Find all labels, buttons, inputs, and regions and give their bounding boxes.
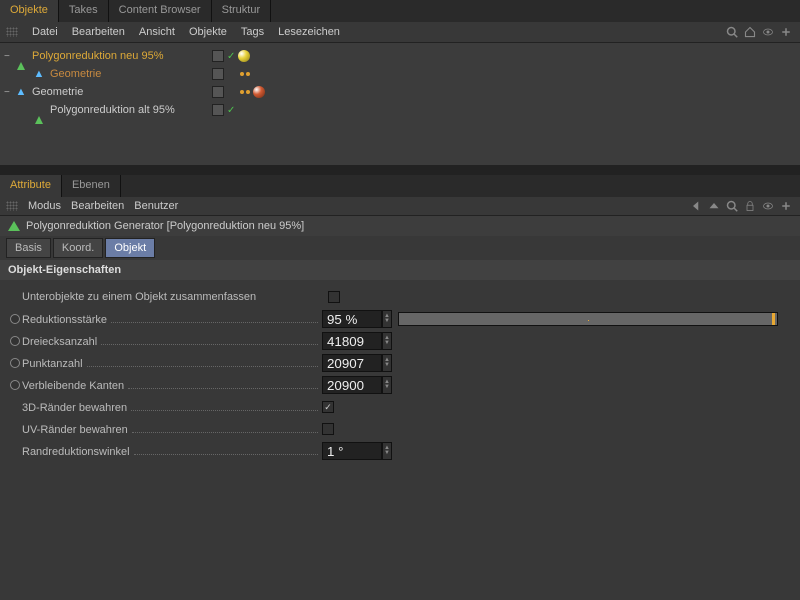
plus-icon[interactable] (780, 200, 792, 212)
prop-label: Punktanzahl (22, 358, 83, 370)
tab-content-browser[interactable]: Content Browser (109, 0, 212, 22)
tree-row[interactable]: ▲ Geometrie (0, 65, 800, 83)
tree-row[interactable]: Polygonreduktion alt 95% ✓ (0, 101, 800, 119)
points-field[interactable] (322, 354, 382, 372)
subtab-koord[interactable]: Koord. (53, 238, 103, 258)
spinner-icon[interactable]: ▲▼ (382, 354, 392, 372)
menu-datei[interactable]: Datei (32, 26, 58, 38)
search-icon[interactable] (726, 26, 738, 38)
prop-reduction-strength: Reduktionsstärke ▲▼ (8, 308, 792, 330)
prop-label: Randreduktionswinkel (22, 446, 130, 458)
lock-icon[interactable] (744, 200, 756, 212)
menu-objekte[interactable]: Objekte (189, 26, 227, 38)
merge-checkbox[interactable] (328, 291, 340, 303)
generator-icon (14, 50, 28, 62)
reduction-field[interactable] (322, 310, 382, 328)
tree-item-label[interactable]: Geometrie (46, 68, 208, 80)
tree-row[interactable]: − Polygonreduktion neu 95% ✓ (0, 47, 800, 65)
enable-tag[interactable]: ✓ (227, 105, 235, 116)
attribute-menubar: Modus Bearbeiten Benutzer (0, 197, 800, 216)
tree-item-label[interactable]: Polygonreduktion alt 95% (46, 104, 208, 116)
prop-label: Verbleibende Kanten (22, 380, 124, 392)
grip-icon (6, 201, 18, 211)
object-properties: Unterobjekte zu einem Objekt zusammenfas… (0, 280, 800, 468)
tab-ebenen[interactable]: Ebenen (62, 175, 121, 197)
tree-item-label[interactable]: Polygonreduktion neu 95% (28, 50, 208, 62)
selection-tag[interactable] (240, 72, 250, 76)
prop-border-reduction-angle: Randreduktionswinkel ▲▼ (8, 440, 792, 462)
prop-label: Reduktionsstärke (22, 314, 107, 326)
prop-label: 3D-Ränder bewahren (22, 402, 127, 414)
plus-icon[interactable] (780, 26, 792, 38)
prop-point-count: Punktanzahl ▲▼ (8, 352, 792, 374)
menu-bearbeiten[interactable]: Bearbeiten (72, 26, 125, 38)
prop-keep-3d-borders: 3D-Ränder bewahren (8, 396, 792, 418)
tris-field[interactable] (322, 332, 382, 350)
generator-icon (8, 221, 20, 231)
menu-modus[interactable]: Modus (28, 200, 61, 212)
menu-bearbeiten[interactable]: Bearbeiten (71, 200, 124, 212)
tab-struktur[interactable]: Struktur (212, 0, 272, 22)
menu-lesezeichen[interactable]: Lesezeichen (278, 26, 340, 38)
polygon-icon: ▲ (14, 86, 28, 98)
menu-tags[interactable]: Tags (241, 26, 264, 38)
expander-icon[interactable]: − (4, 87, 14, 98)
tree-row[interactable]: − ▲ Geometrie (0, 83, 800, 101)
tree-item-label[interactable]: Geometrie (28, 86, 208, 98)
material-tag[interactable] (253, 86, 265, 98)
back-icon[interactable] (690, 200, 702, 212)
radio-icon[interactable] (10, 380, 20, 390)
enable-tag[interactable]: ✓ (227, 51, 235, 62)
radio-icon[interactable] (10, 336, 20, 346)
top-tabs: Objekte Takes Content Browser Struktur (0, 0, 800, 22)
prop-label: Dreiecksanzahl (22, 336, 97, 348)
keepuv-checkbox[interactable] (322, 423, 334, 435)
expander-icon[interactable]: − (4, 51, 14, 62)
reduction-slider[interactable] (398, 312, 778, 326)
spinner-icon[interactable]: ▲▼ (382, 442, 392, 460)
grip-icon (6, 27, 18, 37)
search-icon[interactable] (726, 200, 738, 212)
object-manager-menubar: Datei Bearbeiten Ansicht Objekte Tags Le… (0, 22, 800, 43)
object-title-bar: Polygonreduktion Generator [Polygonreduk… (0, 216, 800, 236)
radio-icon[interactable] (10, 358, 20, 368)
subtab-objekt[interactable]: Objekt (105, 238, 155, 258)
keep3d-checkbox[interactable] (322, 401, 334, 413)
subtab-basis[interactable]: Basis (6, 238, 51, 258)
up-icon[interactable] (708, 200, 720, 212)
prop-triangle-count: Dreiecksanzahl ▲▼ (8, 330, 792, 352)
angle-field[interactable] (322, 442, 382, 460)
tab-objekte[interactable]: Objekte (0, 0, 59, 22)
prop-label: Unterobjekte zu einem Objekt zusammenfas… (22, 291, 256, 303)
eye-icon[interactable] (762, 26, 774, 38)
tab-attribute[interactable]: Attribute (0, 175, 62, 197)
vis-tag[interactable] (212, 50, 224, 62)
object-title-label: Polygonreduktion Generator [Polygonreduk… (26, 220, 304, 232)
prop-keep-uv-borders: UV-Ränder bewahren (8, 418, 792, 440)
polygon-icon: ▲ (32, 68, 46, 80)
section-header: Objekt-Eigenschaften (0, 260, 800, 280)
object-tree: − Polygonreduktion neu 95% ✓ ▲ Geometrie… (0, 43, 800, 165)
vis-tag[interactable] (212, 86, 224, 98)
radio-icon[interactable] (10, 314, 20, 324)
prop-label: UV-Ränder bewahren (22, 424, 128, 436)
vis-tag[interactable] (212, 104, 224, 116)
material-tag[interactable] (238, 50, 250, 62)
spinner-icon[interactable]: ▲▼ (382, 310, 392, 328)
menu-benutzer[interactable]: Benutzer (134, 200, 178, 212)
spinner-icon[interactable]: ▲▼ (382, 376, 392, 394)
selection-tag[interactable] (240, 90, 250, 94)
prop-remaining-edges: Verbleibende Kanten ▲▼ (8, 374, 792, 396)
prop-merge-subobjects: Unterobjekte zu einem Objekt zusammenfas… (8, 286, 792, 308)
eye-icon[interactable] (762, 200, 774, 212)
menu-ansicht[interactable]: Ansicht (139, 26, 175, 38)
spinner-icon[interactable]: ▲▼ (382, 332, 392, 350)
tab-takes[interactable]: Takes (59, 0, 109, 22)
generator-icon (32, 104, 46, 116)
attr-subtabs: Basis Koord. Objekt (0, 236, 800, 260)
vis-tag[interactable] (212, 68, 224, 80)
home-icon[interactable] (744, 26, 756, 38)
edges-field[interactable] (322, 376, 382, 394)
attr-tabs: Attribute Ebenen (0, 175, 800, 197)
